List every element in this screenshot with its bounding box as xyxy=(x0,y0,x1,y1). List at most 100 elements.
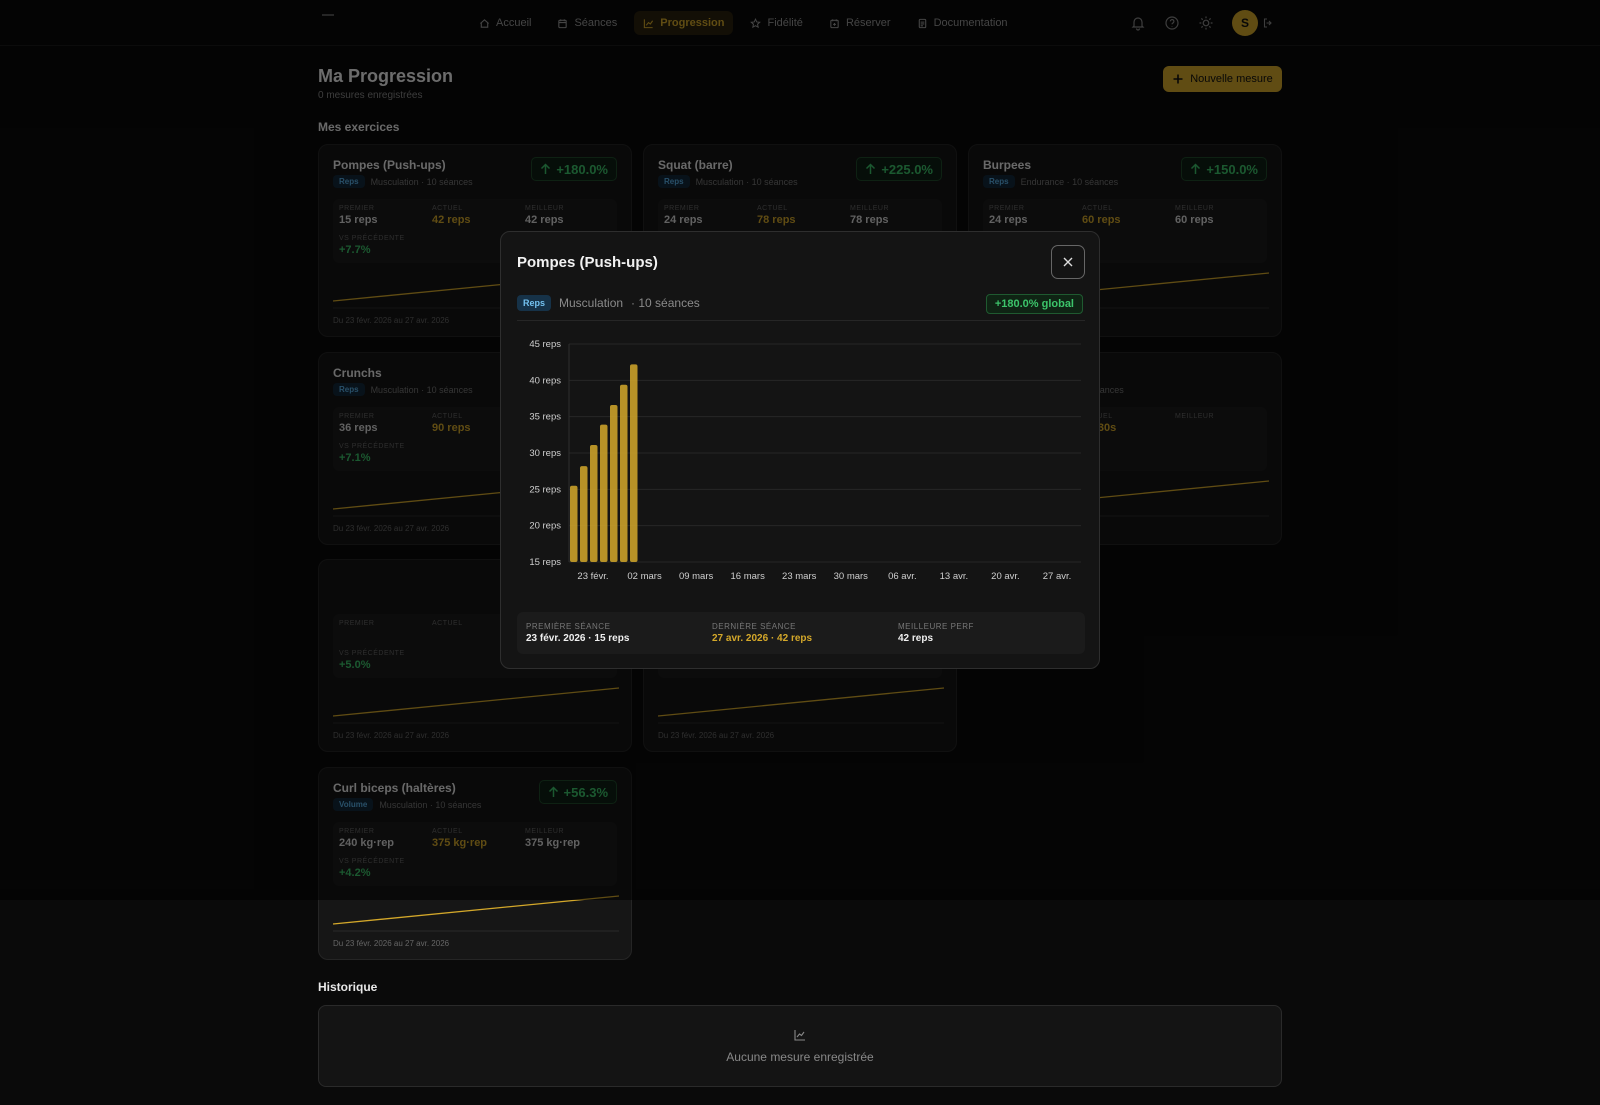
stat-value: 42 reps xyxy=(525,214,564,226)
home-icon xyxy=(480,18,489,28)
stat-value: +7.1% xyxy=(339,452,371,464)
first-session-value: 23 févr. 2026 · 15 reps xyxy=(526,633,630,644)
progress-value: +56.3% xyxy=(563,784,608,800)
bar xyxy=(620,384,628,562)
date-range: Du 23 févr. 2026 au 27 avr. 2026 xyxy=(333,939,450,948)
stat-premier: PREMIER 24 reps xyxy=(989,205,1028,226)
stat-label: ACTUEL xyxy=(1082,205,1113,212)
stat-value: 24 reps xyxy=(989,214,1028,226)
stat-value: 15 reps xyxy=(339,214,378,226)
sun-icon[interactable] xyxy=(1198,15,1214,31)
last-session-value: 27 avr. 2026 · 42 reps xyxy=(712,633,813,644)
stat-label: MEILLEUR xyxy=(525,205,565,212)
stat-premier: PREMIER 240 kg·rep xyxy=(339,828,394,849)
history-empty-state: Aucune mesure enregistrée xyxy=(318,1005,1282,1087)
stat-value: 36 reps xyxy=(339,422,378,434)
menu-icon[interactable] xyxy=(322,14,334,16)
new-measure-label: Nouvelle mesure xyxy=(1190,73,1273,85)
y-tick-label: 40 reps xyxy=(529,375,561,386)
stat-actuel: ACTUEL 78 reps xyxy=(757,205,796,226)
x-tick-label: 06 avr. xyxy=(888,571,917,582)
nav-reserver[interactable]: Réserver xyxy=(820,11,900,35)
stat-value: 60 reps xyxy=(1175,214,1214,226)
exercises-section-title: Mes exercices xyxy=(318,120,400,134)
stat-premier: PREMIER 24 reps xyxy=(664,205,703,226)
stat-value: 375 kg·rep xyxy=(525,837,581,849)
stat-label: VS PRÉCÉDENTE xyxy=(339,235,405,242)
date-range: Du 23 févr. 2026 au 27 avr. 2026 xyxy=(658,731,775,740)
stat-value: +7.7% xyxy=(339,244,371,256)
date-range: Du 23 févr. 2026 au 27 avr. 2026 xyxy=(333,524,450,533)
progress-badge: +180.0% xyxy=(531,157,617,181)
avatar[interactable]: S xyxy=(1232,10,1258,36)
stat-actuel: ACTUEL xyxy=(432,620,463,629)
nav-accueil[interactable]: Accueil xyxy=(470,11,540,35)
bell-icon[interactable] xyxy=(1130,15,1146,31)
doc-icon xyxy=(918,18,926,28)
close-button[interactable] xyxy=(1051,245,1085,279)
y-tick-label: 30 reps xyxy=(529,448,561,459)
exercise-card[interactable]: Curl biceps (haltères) Volume Musculation … xyxy=(318,767,632,960)
progress-bar-chart: 15 reps 20 reps 25 reps 30 reps 35 reps 40 re… xyxy=(529,339,1081,582)
stat-label: ACTUEL xyxy=(432,205,463,212)
type-badge: Reps xyxy=(333,175,365,188)
modal-summary: PREMIÈRE SÉANCE 23 févr. 2026 · 15 reps … xyxy=(517,612,1085,654)
calendar-plus-icon xyxy=(830,18,839,28)
bar xyxy=(610,405,618,562)
modal-meta: Reps Musculation · 10 séances xyxy=(517,295,700,311)
exercise-name: Crunchs xyxy=(333,366,382,380)
nav-label: Fidélité xyxy=(767,17,803,29)
modal-sessions: · 10 séances xyxy=(631,296,700,310)
history-empty-text: Aucune mesure enregistrée xyxy=(726,1050,874,1064)
stat-vs: VS PRÉCÉDENTE +5.0% xyxy=(339,650,405,671)
stat-value: +5.0% xyxy=(339,659,371,671)
star-icon xyxy=(750,17,762,28)
stat-label: VS PRÉCÉDENTE xyxy=(339,443,405,450)
sparkline xyxy=(333,895,619,932)
new-measure-button[interactable]: Nouvelle mesure xyxy=(1163,66,1282,92)
nav-documentation[interactable]: Documentation xyxy=(908,11,1017,35)
stat-label: ACTUEL xyxy=(757,205,788,212)
exercise-meta: Reps Endurance · 10 séances xyxy=(983,175,1118,188)
stat-vs: VS PRÉCÉDENTE +7.1% xyxy=(339,443,405,464)
chart-icon xyxy=(644,18,654,28)
bar xyxy=(630,364,638,562)
nav-progression[interactable]: Progression xyxy=(634,11,734,35)
y-tick-label: 15 reps xyxy=(529,557,561,568)
stat-label: PREMIER xyxy=(339,828,375,835)
stat-meilleur: MEILLEUR 60 reps xyxy=(1175,205,1214,226)
stat-actuel: ACTUEL 375 kg·rep xyxy=(432,828,487,849)
stat-label: MEILLEUR xyxy=(1175,205,1215,212)
stat-actuel: ACTUEL 42 reps xyxy=(432,205,471,226)
user-menu[interactable]: S xyxy=(1232,10,1274,36)
stat-meilleur: MEILLEUR 375 kg·rep xyxy=(525,828,580,849)
y-tick-label: 25 reps xyxy=(529,484,561,495)
best-perf: MEILLEURE PERF 42 reps xyxy=(898,622,974,644)
page-title: Ma Progression xyxy=(318,66,454,86)
y-tick-label: 45 reps xyxy=(529,339,561,350)
exercise-category: Musculation · 10 séances xyxy=(370,384,473,395)
divider xyxy=(517,320,1085,321)
logout-icon[interactable] xyxy=(1262,17,1274,29)
first-session-label: PREMIÈRE SÉANCE xyxy=(526,622,611,631)
bar xyxy=(570,485,578,562)
stat-label: PREMIER xyxy=(339,413,375,420)
sparkline xyxy=(333,687,619,724)
nav-label: Réserver xyxy=(845,17,891,29)
bar xyxy=(590,445,598,562)
type-badge: Volume xyxy=(333,798,374,811)
exercise-meta: Volume Musculation · 10 séances xyxy=(333,798,481,811)
stat-meilleur: MEILLEUR 78 reps xyxy=(850,205,889,226)
exercise-category: Musculation · 10 séances xyxy=(695,176,798,187)
exercise-name: Pompes (Push-ups) xyxy=(333,158,446,172)
history-section-title: Historique xyxy=(318,980,378,994)
progress-badge: +150.0% xyxy=(1181,157,1267,181)
nav-fidelite[interactable]: Fidélité xyxy=(741,11,811,35)
first-session: PREMIÈRE SÉANCE 23 févr. 2026 · 15 reps xyxy=(526,622,629,644)
nav-seances[interactable]: Séances xyxy=(548,11,626,35)
help-icon[interactable] xyxy=(1164,15,1180,31)
progress-badge: +225.0% xyxy=(856,157,942,181)
stat-meilleur: MEILLEUR 42 reps xyxy=(525,205,564,226)
plus-icon xyxy=(1173,74,1183,84)
type-badge: Reps xyxy=(333,383,365,396)
